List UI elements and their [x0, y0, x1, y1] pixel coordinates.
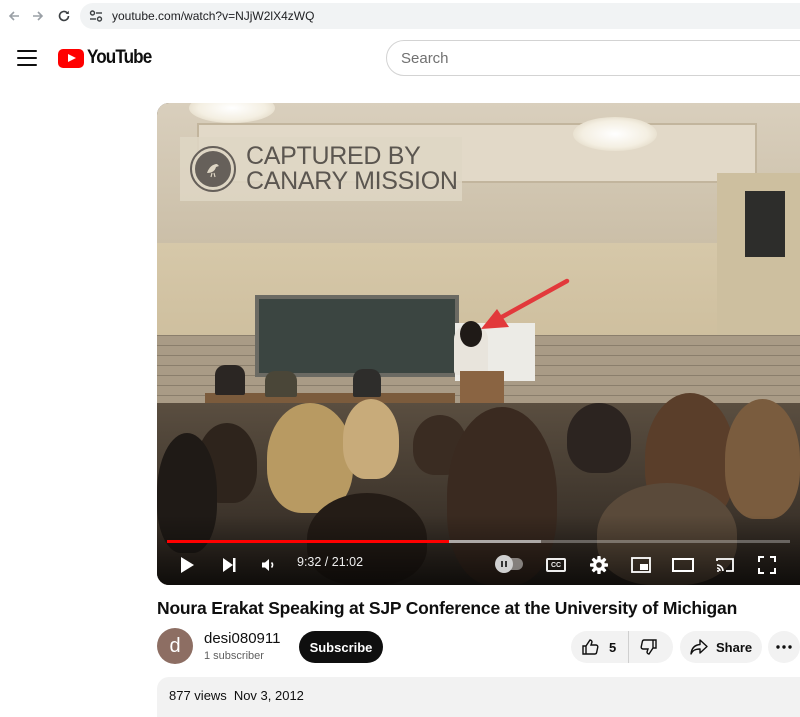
autoplay-toggle[interactable] [495, 555, 523, 573]
arrow-left-icon [8, 11, 19, 21]
subscribe-button[interactable]: Subscribe [299, 631, 383, 663]
subscriber-count: 1 subscriber [204, 650, 264, 662]
captions-button[interactable]: CC [546, 558, 566, 572]
progress-bar[interactable] [167, 540, 790, 543]
youtube-play-logo-icon [58, 48, 84, 68]
volume-button[interactable] [257, 553, 281, 577]
view-count: 877 views [169, 688, 227, 703]
theater-mode-icon [672, 558, 694, 572]
progress-played [167, 540, 450, 543]
miniplayer-button[interactable] [629, 553, 653, 577]
arrow-right-icon [33, 11, 44, 21]
like-dislike-group: 5 [571, 631, 673, 663]
next-button[interactable] [217, 553, 241, 577]
play-button[interactable] [175, 553, 199, 577]
url-text[interactable]: youtube.com/watch?v=NJjW2lX4zWQ [112, 9, 314, 23]
red-arrow-annotation [481, 278, 570, 329]
youtube-logo[interactable]: YouTube [58, 47, 158, 69]
share-label: Share [716, 639, 753, 655]
time-display: 9:32 / 21:02 [297, 555, 364, 569]
youtube-header: YouTube [0, 32, 800, 88]
miniplayer-icon [631, 557, 651, 573]
browser-toolbar: youtube.com/watch?v=NJjW2lX4zWQ [0, 0, 800, 32]
reload-icon [58, 10, 70, 22]
cast-button[interactable] [713, 553, 737, 577]
thumbs-up-icon [582, 639, 599, 655]
play-icon [181, 557, 194, 573]
dislike-button[interactable] [629, 631, 669, 663]
more-actions-button[interactable] [768, 631, 800, 663]
thumbs-down-icon [640, 639, 657, 655]
share-icon [690, 639, 708, 655]
fullscreen-icon [758, 556, 776, 574]
reload-button[interactable] [52, 4, 76, 28]
address-bar[interactable]: youtube.com/watch?v=NJjW2lX4zWQ [80, 3, 800, 29]
volume-icon [262, 559, 274, 571]
share-button[interactable]: Share [680, 631, 762, 663]
gear-icon [590, 556, 608, 574]
upload-date: Nov 3, 2012 [233, 688, 304, 703]
video-title: Noura Erakat Speaking at SJP Conference … [157, 598, 738, 618]
search-box[interactable] [386, 40, 800, 76]
search-input[interactable] [401, 49, 800, 67]
menu-icon[interactable] [17, 50, 37, 66]
more-horizontal-icon [776, 645, 792, 649]
description-box[interactable]: 877 views Nov 3, 2012 [157, 677, 800, 717]
like-button[interactable]: 5 [571, 631, 630, 663]
theater-mode-button[interactable] [671, 553, 695, 577]
like-count: 5 [609, 639, 617, 655]
autoplay-pause-icon [495, 555, 513, 573]
back-button[interactable] [2, 4, 26, 28]
cast-icon [716, 558, 734, 572]
channel-name[interactable]: desi080911 [204, 630, 280, 647]
settings-button[interactable] [587, 553, 611, 577]
channel-avatar[interactable]: d [157, 628, 193, 664]
controls-gradient [157, 515, 800, 585]
forward-button[interactable] [26, 4, 50, 28]
video-player[interactable]: CAPTURED BY CANARY MISSION 9:32 / 21:02 … [157, 103, 800, 585]
logo-text: YouTube [87, 47, 152, 68]
site-info-icon[interactable] [88, 8, 104, 24]
fullscreen-button[interactable] [755, 553, 779, 577]
skip-next-icon [223, 558, 236, 572]
